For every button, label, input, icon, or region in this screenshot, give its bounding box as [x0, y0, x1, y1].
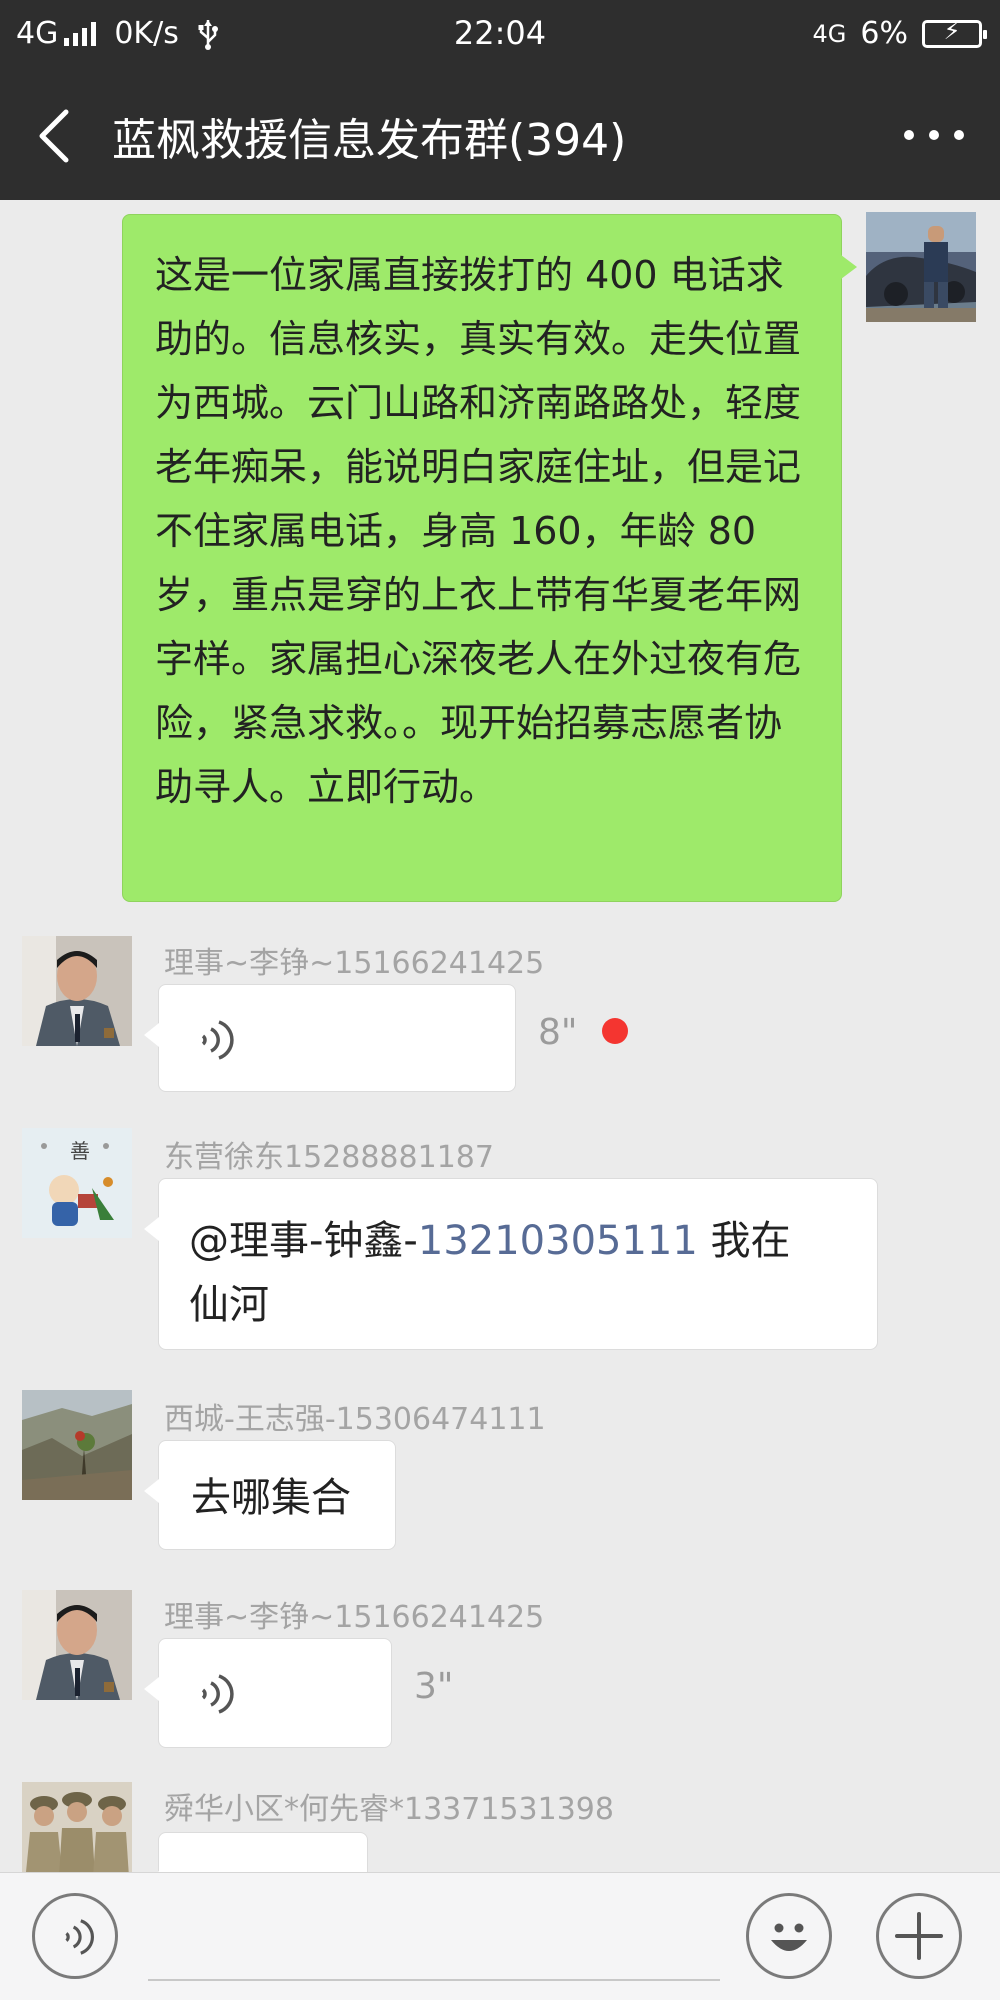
- avatar[interactable]: [22, 1390, 132, 1500]
- avatar[interactable]: [22, 1782, 132, 1872]
- sender-name: 东营徐东15288881187: [164, 1140, 494, 1175]
- svg-text:善: 善: [70, 1139, 90, 1163]
- input-bar: [0, 1872, 1000, 2000]
- plus-icon: [895, 1912, 943, 1960]
- voice-duration: 8": [538, 1012, 578, 1053]
- status-right: 4G 6% ⚡: [812, 16, 987, 51]
- phone-link[interactable]: 13210305111: [418, 1218, 698, 1264]
- status-bar: 4G 0K/s 22:04 4G 6% ⚡: [0, 0, 1000, 66]
- voice-wave-icon: [201, 1020, 234, 1060]
- avatar[interactable]: [22, 1590, 132, 1700]
- wechat-chat-screen: 4G 0K/s 22:04 4G 6% ⚡ 蓝枫救援信息发布群(394) 这是一…: [0, 0, 1000, 2000]
- emoji-button[interactable]: [746, 1893, 832, 1979]
- battery-percent: 6%: [860, 16, 908, 51]
- sender-name: 舜华小区*何先睿*13371531398: [164, 1792, 614, 1827]
- message-list[interactable]: 这是一位家属直接拨打的 400 电话求助的。信息核实，真实有效。走失位置为西城。…: [0, 200, 1000, 1872]
- chat-title: 蓝枫救援信息发布群(394): [112, 115, 627, 166]
- battery-icon: ⚡: [922, 17, 987, 48]
- avatar[interactable]: 善: [22, 1128, 132, 1238]
- mention-text: @理事-钟鑫-: [189, 1218, 418, 1264]
- message-text-line2: 仙河: [189, 1282, 269, 1328]
- voice-wave-icon: [201, 1674, 234, 1714]
- own-avatar[interactable]: [866, 212, 976, 322]
- sender-name: 理事~李铮~15166241425: [164, 946, 545, 981]
- avatar[interactable]: [22, 936, 132, 1046]
- message-text: 我在: [697, 1218, 791, 1264]
- add-button[interactable]: [876, 1893, 962, 1979]
- more-dots-icon[interactable]: [904, 110, 964, 160]
- emoji-smile-icon: [771, 1923, 807, 1951]
- message-text: 这是一位家属直接拨打的 400 电话求助的。信息核实，真实有效。走失位置为西城。…: [155, 253, 802, 809]
- message-text: 去哪集合: [191, 1475, 351, 1521]
- message-input[interactable]: [148, 1893, 720, 1981]
- network-type-right: 4G: [812, 19, 847, 48]
- voice-duration: 3": [414, 1666, 454, 1707]
- sender-name: 理事~李铮~15166241425: [164, 1600, 545, 1635]
- unread-dot: [602, 1018, 628, 1044]
- voice-wave-icon: [65, 1919, 94, 1955]
- voice-input-button[interactable]: [32, 1893, 118, 1979]
- sender-name: 西城-王志强-15306474111: [164, 1402, 546, 1437]
- text-message-bubble[interactable]: 去哪集合: [144, 1440, 396, 1550]
- chat-header: 蓝枫救援信息发布群(394): [0, 66, 1000, 200]
- chevron-left-icon[interactable]: [30, 106, 80, 166]
- voice-message-bubble[interactable]: [144, 1638, 392, 1748]
- voice-message-bubble[interactable]: [144, 984, 516, 1092]
- message-bubble-partial[interactable]: [144, 1832, 368, 1872]
- text-message-bubble[interactable]: @理事-钟鑫-13210305111 我在 仙河: [144, 1178, 878, 1350]
- own-message-bubble[interactable]: 这是一位家属直接拨打的 400 电话求助的。信息核实，真实有效。走失位置为西城。…: [122, 214, 857, 902]
